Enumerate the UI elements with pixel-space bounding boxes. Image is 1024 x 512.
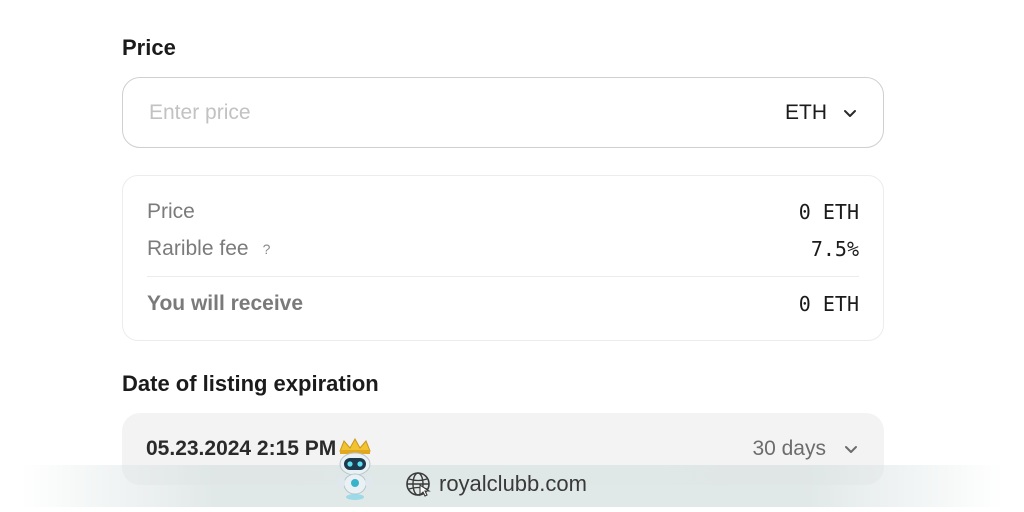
watermark-text: royalclubb.com	[439, 471, 587, 496]
summary-row-price: Price 0 ETH	[147, 200, 859, 224]
summary-divider	[147, 276, 859, 277]
chevron-down-icon	[844, 109, 856, 117]
chevron-down-icon	[845, 446, 857, 453]
summary-row-receive: You will receive 0 ETH	[147, 292, 859, 316]
globe-icon	[406, 472, 431, 497]
expiration-section-title: Date of listing expiration	[122, 371, 379, 396]
duration-label: 30 days	[752, 437, 826, 460]
price-summary-card: Price 0 ETH Rarible fee ? 7.5% You will …	[122, 175, 884, 341]
expiration-date: 05.23.2024 2:15 PM	[146, 437, 337, 460]
price-value: 0 ETH	[798, 200, 859, 224]
watermark-text-group: royalclubb.com	[405, 471, 587, 497]
currency-select[interactable]: ETH	[785, 101, 859, 125]
fee-label: Rarible fee	[147, 237, 249, 260]
fee-label-wrap: Rarible fee ?	[147, 237, 270, 261]
receive-label: You will receive	[147, 292, 304, 315]
currency-label: ETH	[785, 100, 827, 124]
price-label: Price	[147, 200, 195, 223]
price-input-container[interactable]: ETH	[122, 77, 884, 148]
duration-select[interactable]: 30 days	[752, 437, 860, 461]
price-section-title: Price	[122, 35, 176, 60]
summary-row-fee: Rarible fee ? 7.5%	[147, 237, 859, 261]
fee-help-icon[interactable]: ?	[263, 241, 271, 257]
receive-value: 0 ETH	[798, 292, 859, 316]
fee-value: 7.5%	[810, 237, 859, 261]
price-input[interactable]	[147, 99, 785, 126]
robot-mascot-logo	[337, 437, 373, 500]
